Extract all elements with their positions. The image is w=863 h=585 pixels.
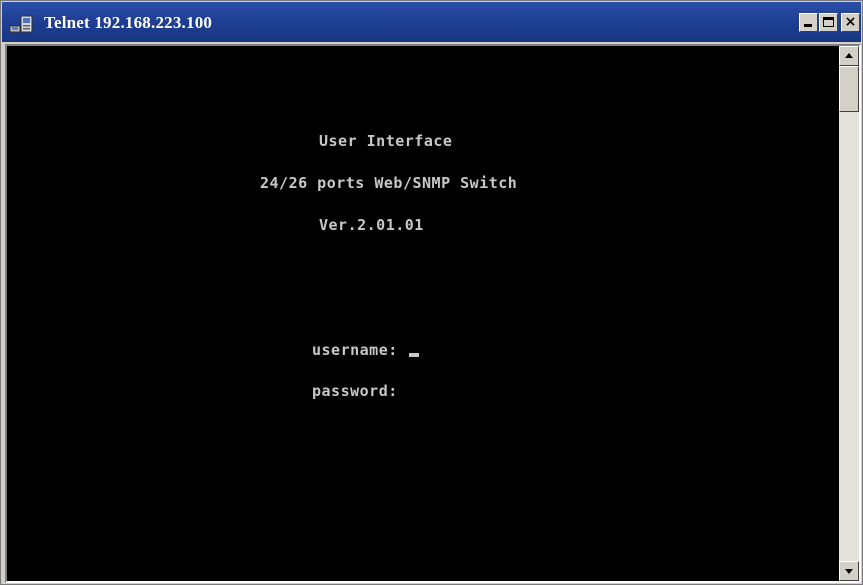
telnet-window: Telnet 192.168.223.100 × User Interface … (0, 0, 863, 585)
text-cursor (409, 353, 419, 357)
close-button[interactable]: × (841, 13, 860, 32)
terminal-version-line: Ver.2.01.01 (319, 216, 424, 234)
terminal-frame: User Interface 24/26 ports Web/SNMP Swit… (5, 44, 861, 583)
telnet-computer-icon[interactable] (9, 14, 34, 34)
scroll-thumb[interactable] (839, 66, 859, 112)
maximize-icon (823, 17, 834, 27)
window-title: Telnet 192.168.223.100 (44, 13, 213, 32)
username-prompt[interactable]: username: (312, 341, 398, 359)
scroll-down-button[interactable] (839, 561, 859, 581)
terminal-model-line: 24/26 ports Web/SNMP Switch (260, 174, 518, 192)
terminal-screen[interactable]: User Interface 24/26 ports Web/SNMP Swit… (7, 46, 839, 581)
password-prompt[interactable]: password: (312, 382, 398, 400)
terminal-title-line: User Interface (319, 132, 453, 150)
minimize-button[interactable] (799, 13, 818, 32)
title-bar[interactable]: Telnet 192.168.223.100 × (2, 2, 861, 42)
minimize-icon (804, 24, 812, 27)
close-icon: × (844, 14, 857, 30)
vertical-scrollbar[interactable] (839, 46, 859, 581)
maximize-button[interactable] (819, 13, 838, 32)
scroll-up-button[interactable] (839, 46, 859, 66)
arrow-down-icon (845, 569, 853, 574)
arrow-up-icon (845, 53, 853, 58)
